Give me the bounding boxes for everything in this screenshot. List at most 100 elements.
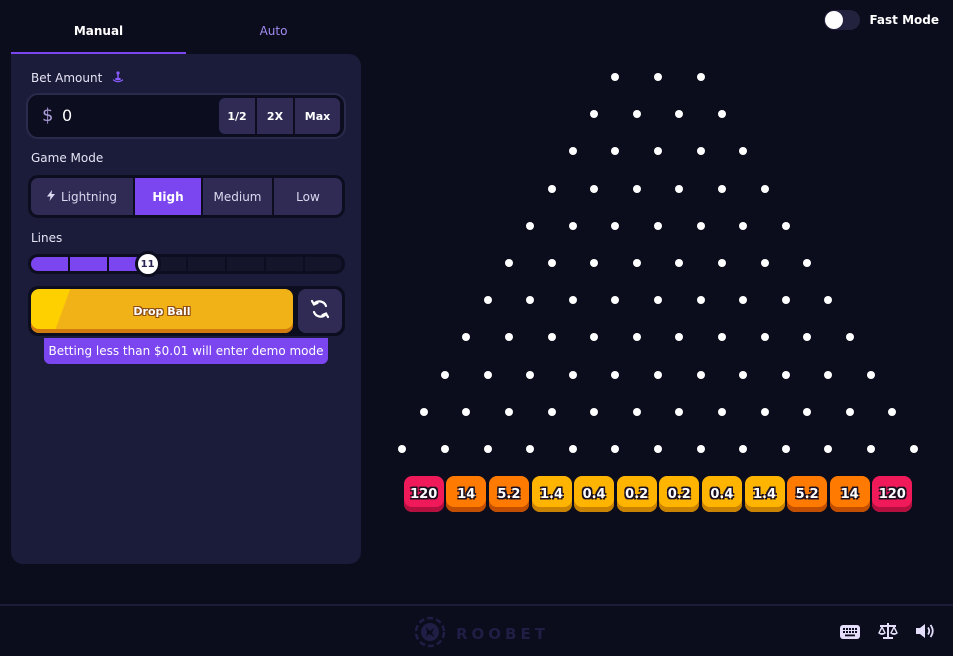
plinko-pin bbox=[675, 184, 684, 193]
plinko-pin bbox=[824, 296, 833, 305]
plinko-pin bbox=[568, 445, 577, 453]
plinko-pin bbox=[504, 333, 513, 342]
lines-slider-track[interactable] bbox=[31, 257, 342, 271]
plinko-pin bbox=[590, 333, 599, 342]
plinko-pin bbox=[547, 333, 556, 342]
game-mode-label: Game Mode bbox=[31, 151, 104, 165]
plinko-pin bbox=[568, 296, 577, 305]
roobet-logo: ROOBET bbox=[414, 616, 549, 652]
plinko-pin bbox=[568, 221, 577, 230]
plinko-pin bbox=[760, 259, 769, 267]
fast-mode-toggle[interactable]: Fast Mode bbox=[824, 10, 939, 30]
plinko-pin bbox=[632, 407, 641, 416]
plinko-pin bbox=[483, 296, 492, 305]
refresh-button[interactable] bbox=[298, 289, 342, 333]
plinko-pin bbox=[867, 370, 875, 379]
multiplier-slot: 5.2 bbox=[787, 476, 828, 512]
fast-mode-switch[interactable] bbox=[824, 10, 861, 30]
multiplier-slot: 0.4 bbox=[574, 476, 615, 512]
plinko-pin bbox=[611, 147, 620, 156]
multiplier-slot: 120 bbox=[872, 476, 913, 512]
half-bet-button[interactable]: 1/2 bbox=[219, 98, 255, 134]
plinko-pin bbox=[654, 370, 662, 379]
plinko-pin bbox=[675, 333, 684, 342]
plinko-pin bbox=[675, 110, 684, 119]
plinko-pin bbox=[739, 147, 748, 156]
lines-slider-segment[interactable] bbox=[70, 257, 108, 271]
keyboard-shortcuts-button[interactable] bbox=[839, 623, 861, 643]
plinko-pin bbox=[419, 407, 428, 416]
lines-slider[interactable]: 11 bbox=[28, 251, 345, 277]
plinko-pin bbox=[717, 407, 726, 416]
plinko-pin bbox=[739, 296, 748, 305]
plinko-pin bbox=[462, 333, 471, 342]
multiplier-slot: 1.4 bbox=[531, 476, 572, 512]
plinko-pin bbox=[654, 296, 662, 305]
bet-amount-input[interactable] bbox=[62, 106, 212, 125]
plinko-pin bbox=[654, 73, 662, 81]
plinko-pin bbox=[781, 445, 790, 453]
lines-slider-segment[interactable] bbox=[187, 257, 225, 271]
game-mode-high[interactable]: High bbox=[135, 178, 201, 215]
plinko-pin bbox=[781, 221, 790, 230]
plinko-pin bbox=[526, 370, 535, 379]
lines-slider-segment[interactable] bbox=[31, 257, 69, 271]
plinko-pin bbox=[547, 259, 556, 267]
multiplier-slot: 0.4 bbox=[701, 476, 742, 512]
plinko-pin bbox=[654, 445, 662, 453]
game-mode-lightning[interactable]: Lightning bbox=[31, 178, 133, 215]
plinko-pin bbox=[717, 184, 726, 193]
plinko-pin bbox=[526, 296, 535, 305]
plinko-pin bbox=[760, 184, 769, 193]
lines-slider-segment[interactable] bbox=[265, 257, 303, 271]
plinko-pin bbox=[675, 407, 684, 416]
plinko-pin bbox=[590, 407, 599, 416]
footer-controls bbox=[839, 623, 937, 643]
plinko-pin bbox=[526, 221, 535, 230]
max-bet-button[interactable]: Max bbox=[295, 98, 340, 134]
currency-symbol: $ bbox=[42, 105, 54, 126]
game-mode-medium[interactable]: Medium bbox=[203, 178, 272, 215]
plinko-pin bbox=[675, 259, 684, 267]
multiplier-slot: 0.2 bbox=[616, 476, 657, 512]
plinko-pin bbox=[483, 370, 492, 379]
lines-slider-segment[interactable] bbox=[226, 257, 264, 271]
multiplier-slot: 0.2 bbox=[659, 476, 700, 512]
joystick-icon bbox=[112, 71, 124, 86]
control-panel: Bet Amount $ 1/2 2X Max Game Mode Lightn… bbox=[11, 54, 361, 564]
plinko-pin bbox=[760, 407, 769, 416]
multiplier-slot: 14 bbox=[829, 476, 870, 512]
fast-mode-label: Fast Mode bbox=[869, 13, 939, 27]
lines-slider-segment[interactable] bbox=[304, 257, 342, 271]
demo-mode-notice: Betting less than $0.01 will enter demo … bbox=[44, 338, 328, 364]
plinko-pin bbox=[696, 370, 705, 379]
bet-amount-label: Bet Amount bbox=[31, 71, 124, 86]
plinko-pin bbox=[632, 259, 641, 267]
fairness-button[interactable] bbox=[877, 623, 899, 643]
drop-ball-button[interactable]: Drop Ball bbox=[31, 289, 293, 333]
plinko-pin bbox=[696, 73, 705, 81]
bet-amount-label-text: Bet Amount bbox=[31, 71, 103, 85]
bet-amount-field: $ 1/2 2X Max bbox=[26, 93, 346, 139]
plinko-pin bbox=[526, 445, 535, 453]
toggle-knob bbox=[825, 11, 844, 29]
plinko-pin bbox=[611, 296, 620, 305]
sound-button[interactable] bbox=[915, 623, 937, 643]
tab-auto[interactable]: Auto bbox=[186, 10, 361, 54]
brand-name: ROOBET bbox=[456, 625, 549, 643]
plinko-pin bbox=[611, 221, 620, 230]
tab-manual[interactable]: Manual bbox=[11, 10, 186, 54]
plinko-pin bbox=[696, 296, 705, 305]
plinko-pin bbox=[398, 445, 407, 453]
keyboard-icon bbox=[840, 624, 860, 643]
plinko-pin bbox=[590, 259, 599, 267]
multiplier-slot: 120 bbox=[403, 476, 444, 512]
plinko-pin bbox=[781, 296, 790, 305]
multiplier-slot: 1.4 bbox=[744, 476, 785, 512]
refresh-icon bbox=[309, 298, 331, 324]
plinko-pin bbox=[781, 370, 790, 379]
plinko-pin bbox=[590, 110, 599, 119]
lines-slider-handle[interactable]: 11 bbox=[134, 251, 161, 277]
game-mode-low[interactable]: Low bbox=[274, 178, 342, 215]
double-bet-button[interactable]: 2X bbox=[257, 98, 293, 134]
